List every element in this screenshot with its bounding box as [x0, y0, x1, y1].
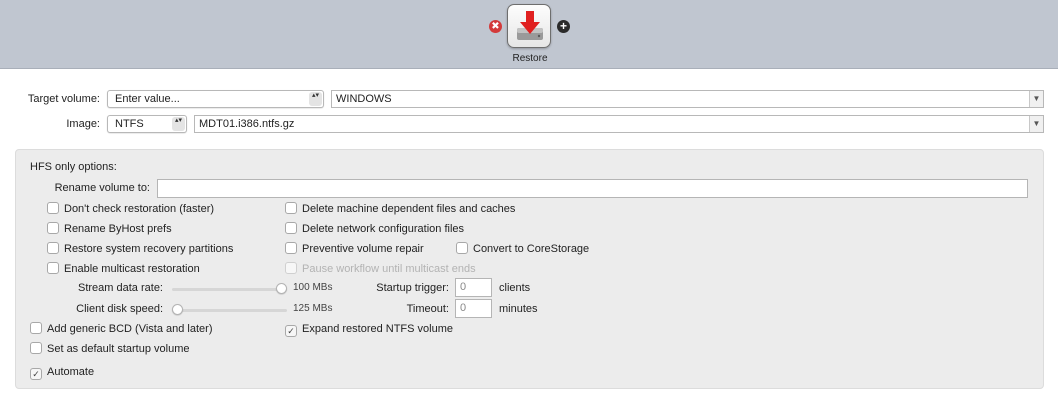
checkbox-label: Convert to CoreStorage	[473, 243, 590, 255]
add-generic-bcd-checkbox[interactable]: Add generic BCD (Vista and later)	[30, 322, 213, 336]
target-volume-label: Target volume:	[27, 93, 100, 105]
checkmark-icon[interactable]: ✓	[285, 325, 297, 337]
preventive-repair-checkbox[interactable]: Preventive volume repair	[285, 242, 424, 256]
pause-workflow-checkbox: Pause workflow until multicast ends	[285, 262, 476, 276]
chevron-down-icon[interactable]: ▼	[1029, 116, 1043, 132]
stream-rate-slider[interactable]	[172, 283, 287, 295]
default-startup-checkbox[interactable]: Set as default startup volume	[30, 342, 189, 356]
image-format-select[interactable]: NTFS ▴▾	[107, 115, 187, 133]
checkbox-box[interactable]	[47, 242, 59, 254]
restore-recovery-checkbox[interactable]: Restore system recovery partitions	[47, 242, 233, 256]
checkmark-icon[interactable]: ✓	[30, 368, 42, 380]
checkbox-box[interactable]	[47, 222, 59, 234]
hfs-options-heading: HFS only options:	[30, 161, 117, 173]
checkbox-label: Add generic BCD (Vista and later)	[47, 323, 213, 335]
startup-trigger-field[interactable]: 0	[455, 278, 492, 297]
checkbox-label: Restore system recovery partitions	[64, 243, 234, 255]
dont-check-restoration-checkbox[interactable]: Don't check restoration (faster)	[47, 202, 214, 216]
checkbox-box[interactable]	[47, 262, 59, 274]
stream-rate-label: Stream data rate:	[78, 282, 163, 294]
enable-multicast-checkbox[interactable]: Enable multicast restoration	[47, 262, 200, 276]
checkbox-label: Automate	[47, 366, 95, 378]
checkbox-label: Set as default startup volume	[47, 343, 190, 355]
target-volume-combo-value: WINDOWS	[336, 93, 392, 105]
client-disk-speed-slider[interactable]	[172, 304, 287, 316]
image-file-combo[interactable]: MDT01.i386.ntfs.gz ▼	[194, 115, 1044, 133]
stream-rate-value: 100 MBs	[293, 282, 333, 293]
delete-network-config-checkbox[interactable]: Delete network configuration files	[285, 222, 464, 236]
rename-byhost-checkbox[interactable]: Rename ByHost prefs	[47, 222, 172, 236]
checkbox-label: Delete network configuration files	[302, 223, 465, 235]
slider-knob[interactable]	[172, 304, 183, 315]
remove-task-icon[interactable]: ✖	[489, 20, 502, 33]
checkbox-box[interactable]	[30, 342, 42, 354]
checkbox-label: Don't check restoration (faster)	[64, 203, 215, 215]
updown-icon: ▴▾	[172, 117, 185, 131]
checkbox-box[interactable]	[285, 242, 297, 254]
checkbox-label: Preventive volume repair	[302, 243, 424, 255]
client-disk-speed-value: 125 MBs	[293, 303, 333, 314]
slider-knob[interactable]	[276, 283, 287, 294]
convert-corestorage-checkbox[interactable]: Convert to CoreStorage	[456, 242, 589, 256]
checkbox-box[interactable]	[285, 202, 297, 214]
delete-machine-files-checkbox[interactable]: Delete machine dependent files and cache…	[285, 202, 515, 216]
slider-track	[172, 288, 287, 291]
checkbox-box[interactable]	[30, 322, 42, 334]
slider-track	[172, 309, 287, 312]
rename-volume-field[interactable]	[157, 179, 1028, 198]
chevron-down-icon[interactable]: ▼	[1029, 91, 1043, 107]
expand-ntfs-checkbox[interactable]: ✓ Expand restored NTFS volume	[285, 322, 454, 337]
checkbox-label: Rename ByHost prefs	[64, 223, 172, 235]
checkbox-label: Delete machine dependent files and cache…	[302, 203, 516, 215]
timeout-unit: minutes	[499, 303, 538, 315]
automate-checkbox[interactable]: ✓ Automate	[30, 365, 95, 380]
checkbox-box	[285, 262, 297, 274]
timeout-label: Timeout:	[406, 303, 449, 315]
image-file-value: MDT01.i386.ntfs.gz	[199, 118, 295, 130]
target-volume-select[interactable]: Enter value... ▴▾	[107, 90, 324, 108]
task-title: Restore	[512, 53, 548, 64]
client-disk-speed-label: Client disk speed:	[76, 303, 163, 315]
startup-trigger-unit: clients	[499, 282, 531, 294]
rename-volume-label: Rename volume to:	[54, 182, 150, 194]
target-volume-combo[interactable]: WINDOWS ▼	[331, 90, 1044, 108]
startup-trigger-label: Startup trigger:	[376, 282, 449, 294]
image-format-value: NTFS	[115, 118, 144, 130]
checkbox-box[interactable]	[47, 202, 59, 214]
timeout-field[interactable]: 0	[455, 299, 492, 318]
add-task-icon[interactable]: +	[557, 20, 570, 33]
updown-icon: ▴▾	[309, 92, 322, 106]
target-volume-select-value: Enter value...	[115, 93, 180, 105]
checkbox-box[interactable]	[456, 242, 468, 254]
restore-disk-icon	[517, 11, 543, 40]
workflow-header: ✖ + Restore	[0, 0, 1058, 69]
image-label: Image:	[66, 118, 100, 130]
checkbox-label: Expand restored NTFS volume	[302, 323, 454, 335]
restore-task-tile[interactable]	[507, 4, 551, 48]
checkbox-label: Enable multicast restoration	[64, 263, 200, 275]
checkbox-box[interactable]	[285, 222, 297, 234]
checkbox-label: Pause workflow until multicast ends	[302, 263, 476, 275]
